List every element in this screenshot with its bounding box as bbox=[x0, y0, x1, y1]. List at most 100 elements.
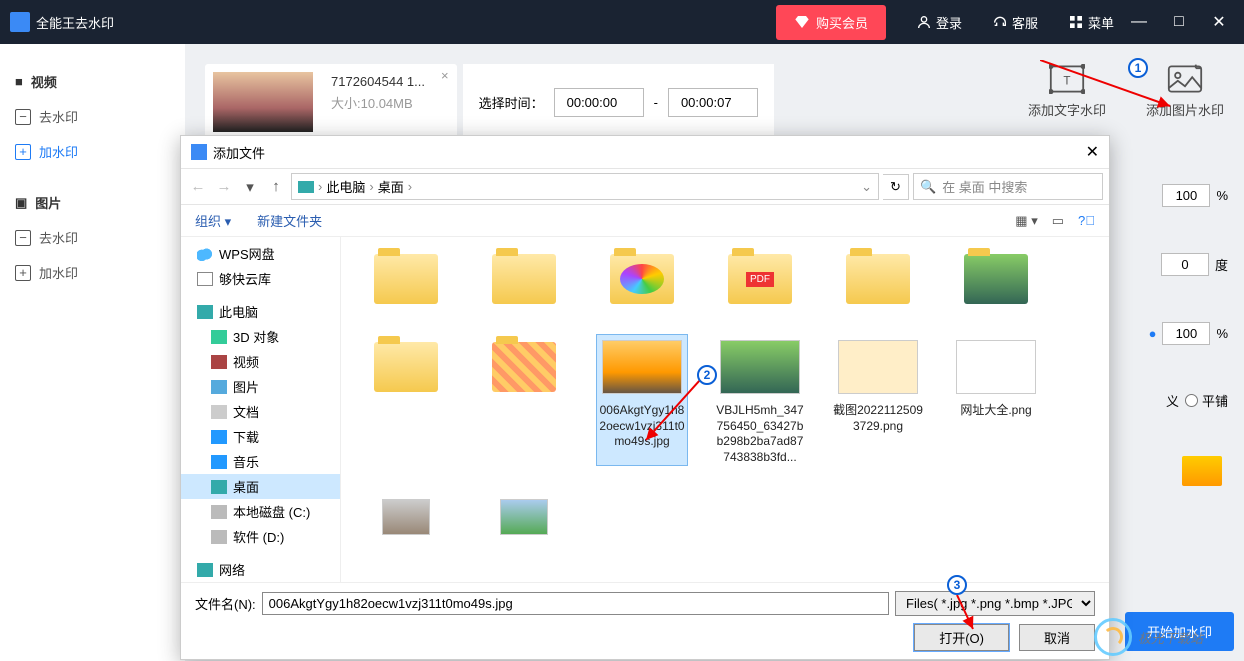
menu-button[interactable]: 菜单 bbox=[1068, 13, 1114, 32]
diamond-icon bbox=[794, 14, 810, 30]
remove-video-button[interactable]: × bbox=[441, 68, 449, 140]
filetype-select[interactable]: Files( *.jpg *.png *.bmp *.JPG bbox=[895, 591, 1095, 616]
watermark-settings-panel: % 度 ●% 义 平铺 bbox=[1149, 184, 1234, 486]
folder-item[interactable] bbox=[951, 247, 1041, 315]
nav-video-add-watermark[interactable]: +加水印 bbox=[0, 134, 185, 169]
nav-image-add-watermark[interactable]: +加水印 bbox=[0, 255, 185, 290]
view-mode-button[interactable]: ▦ ▾ bbox=[1015, 213, 1037, 229]
preview-pane-button[interactable]: ▭ bbox=[1052, 213, 1064, 229]
tree-cdrive[interactable]: 本地磁盘 (C:) bbox=[181, 499, 340, 524]
unit-1: % bbox=[1216, 188, 1228, 203]
file-item[interactable]: 截图20221125093729.png bbox=[833, 335, 923, 465]
annotation-marker-3: 3 bbox=[947, 575, 967, 595]
nav-recent-button[interactable]: ▾ bbox=[239, 178, 261, 196]
time-range: 选择时间： - bbox=[463, 64, 774, 140]
layout-radio-a[interactable]: 义 bbox=[1166, 391, 1179, 410]
search-icon: 🔍 bbox=[920, 179, 936, 195]
help-button[interactable]: ?⃝ bbox=[1078, 213, 1095, 228]
login-button[interactable]: 登录 bbox=[916, 13, 962, 32]
buy-vip-label: 购买会员 bbox=[816, 13, 868, 32]
file-item[interactable]: 网址大全.png bbox=[951, 335, 1041, 465]
site-watermark-text: 极光下载站 bbox=[1138, 628, 1203, 647]
time-separator: - bbox=[654, 95, 658, 110]
menu-label: 菜单 bbox=[1088, 13, 1114, 32]
file-grid: PDF 006AkgtYgy1h82oecw1vzj311t0mo49s.jpg… bbox=[341, 237, 1109, 582]
support-label: 客服 bbox=[1012, 13, 1038, 32]
tree-images[interactable]: 图片 bbox=[181, 374, 340, 399]
site-watermark: 极光下载站 bbox=[1094, 613, 1244, 661]
tree-3d[interactable]: 3D 对象 bbox=[181, 324, 340, 349]
app-title: 全能王去水印 bbox=[36, 13, 114, 32]
folder-item[interactable]: PDF bbox=[715, 247, 805, 315]
folder-item[interactable] bbox=[597, 247, 687, 315]
nav-image-remove-watermark[interactable]: −去水印 bbox=[0, 220, 185, 255]
annotation-marker-1: 1 bbox=[1128, 58, 1148, 78]
unit-2: 度 bbox=[1215, 255, 1228, 274]
user-icon bbox=[916, 14, 932, 30]
file-item[interactable] bbox=[361, 485, 451, 553]
select-time-label: 选择时间： bbox=[479, 93, 544, 112]
minimize-button[interactable]: — bbox=[1124, 13, 1154, 31]
tree-wps[interactable]: WPS网盘 bbox=[181, 241, 340, 266]
unit-3: % bbox=[1216, 326, 1228, 341]
annotation-arrow-1 bbox=[1040, 60, 1180, 120]
nav-group-video: ■视频 bbox=[0, 64, 185, 99]
crumb-thispc[interactable]: 此电脑 bbox=[326, 177, 365, 196]
titlebar: 全能王去水印 购买会员 登录 客服 菜单 — □ ✕ bbox=[0, 0, 1244, 44]
video-size: 大小:10.04MB bbox=[331, 93, 431, 112]
video-filename: 7172604544 1... bbox=[331, 74, 431, 89]
setting-input-2[interactable] bbox=[1161, 253, 1209, 276]
tree-ddrive[interactable]: 软件 (D:) bbox=[181, 524, 340, 549]
folder-item[interactable] bbox=[361, 335, 451, 465]
dialog-close-button[interactable]: ✕ bbox=[1086, 142, 1099, 162]
tree-videos[interactable]: 视频 bbox=[181, 349, 340, 374]
layout-radio-b[interactable]: 平铺 bbox=[1185, 391, 1228, 410]
video-card: 7172604544 1... 大小:10.04MB × bbox=[205, 64, 457, 140]
tree-network[interactable]: 网络 bbox=[181, 557, 340, 582]
maximize-button[interactable]: □ bbox=[1164, 13, 1194, 31]
annotation-marker-2: 2 bbox=[697, 365, 717, 385]
folder-item[interactable] bbox=[479, 335, 569, 465]
cancel-button[interactable]: 取消 bbox=[1019, 624, 1095, 651]
folder-item[interactable] bbox=[833, 247, 923, 315]
tree-desktop[interactable]: 桌面 bbox=[181, 474, 340, 499]
time-start-input[interactable] bbox=[554, 88, 644, 117]
file-item[interactable] bbox=[479, 485, 569, 553]
tree-quick[interactable]: 够快云库 bbox=[181, 266, 340, 291]
tree-docs[interactable]: 文档 bbox=[181, 399, 340, 424]
folder-item[interactable] bbox=[361, 247, 451, 315]
folder-item[interactable] bbox=[479, 247, 569, 315]
app-logo-icon bbox=[10, 12, 30, 32]
dialog-title: 添加文件 bbox=[213, 143, 265, 162]
login-label: 登录 bbox=[936, 13, 962, 32]
filename-input[interactable] bbox=[262, 592, 889, 615]
organize-menu[interactable]: 组织 ▾ bbox=[195, 211, 231, 230]
breadcrumb[interactable]: › 此电脑 › 桌面 › ⌄ bbox=[291, 173, 879, 200]
video-thumbnail[interactable] bbox=[213, 72, 313, 132]
pc-icon bbox=[298, 181, 314, 193]
nav-forward-button[interactable]: → bbox=[213, 178, 235, 195]
crumb-desktop[interactable]: 桌面 bbox=[378, 177, 404, 196]
support-button[interactable]: 客服 bbox=[992, 13, 1038, 32]
watermark-preview-thumb[interactable] bbox=[1182, 456, 1222, 486]
headset-icon bbox=[992, 14, 1008, 30]
folder-search-input[interactable]: 🔍 在 桌面 中搜索 bbox=[913, 173, 1103, 200]
setting-input-1[interactable] bbox=[1162, 184, 1210, 207]
folder-tree: WPS网盘 够快云库 此电脑 3D 对象 视频 图片 文档 下载 音乐 桌面 本… bbox=[181, 237, 341, 582]
file-item[interactable]: VBJLH5mh_347756450_63427bb298b2ba7ad8774… bbox=[715, 335, 805, 465]
nav-back-button[interactable]: ← bbox=[187, 178, 209, 195]
crumb-dropdown-icon[interactable]: ⌄ bbox=[861, 179, 872, 195]
nav-video-remove-watermark[interactable]: −去水印 bbox=[0, 99, 185, 134]
annotation-arrow-3 bbox=[955, 595, 985, 635]
refresh-button[interactable]: ↻ bbox=[883, 174, 909, 200]
new-folder-button[interactable]: 新建文件夹 bbox=[257, 211, 322, 230]
setting-input-3[interactable] bbox=[1162, 322, 1210, 345]
nav-up-button[interactable]: ↑ bbox=[265, 178, 287, 195]
tree-thispc[interactable]: 此电脑 bbox=[181, 299, 340, 324]
tree-music[interactable]: 音乐 bbox=[181, 449, 340, 474]
tree-downloads[interactable]: 下载 bbox=[181, 424, 340, 449]
buy-vip-button[interactable]: 购买会员 bbox=[776, 5, 886, 40]
close-button[interactable]: ✕ bbox=[1204, 12, 1234, 32]
dialog-app-icon bbox=[191, 144, 207, 160]
time-end-input[interactable] bbox=[668, 88, 758, 117]
